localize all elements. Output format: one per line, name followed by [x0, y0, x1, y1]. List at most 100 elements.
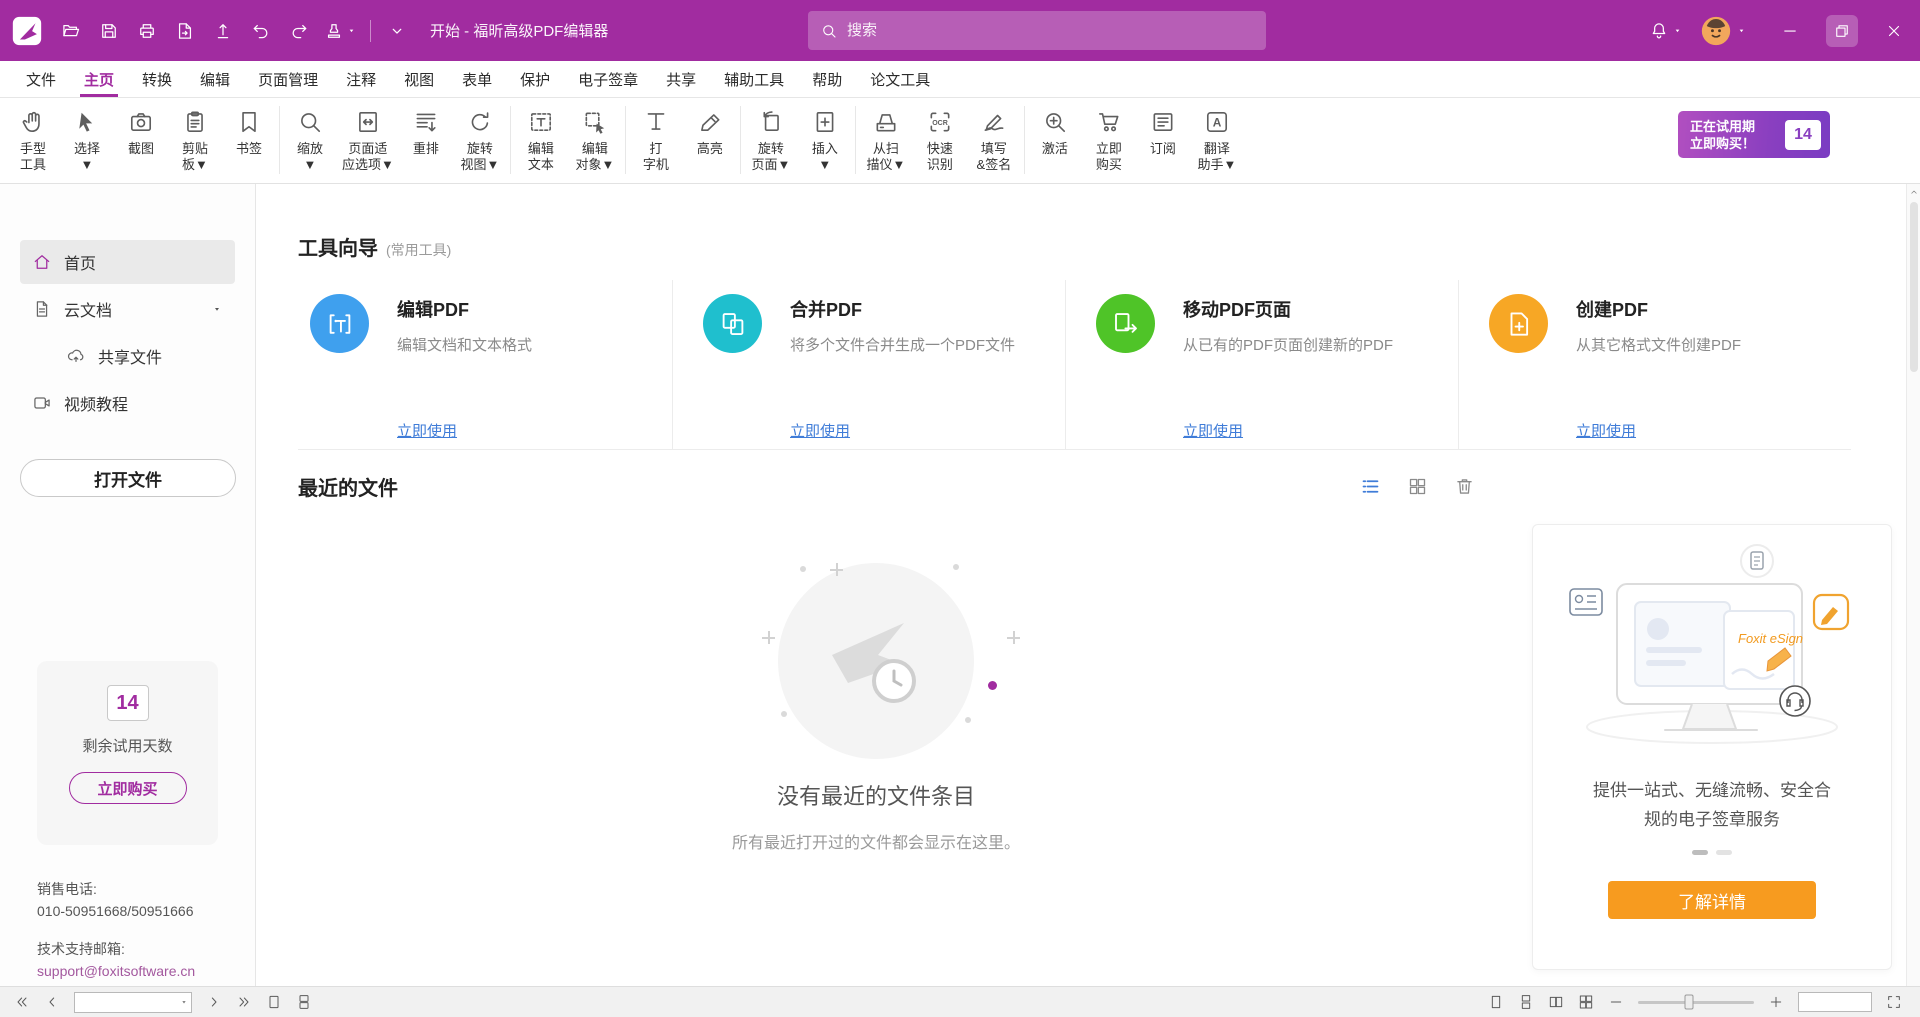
- customize-toolbar-button[interactable]: [380, 13, 414, 49]
- ribbon-zoom-button[interactable]: 缩放▼: [283, 102, 337, 173]
- ribbon-translate-assistant-button[interactable]: A翻译助手▼: [1190, 102, 1244, 173]
- menu-tab-convert[interactable]: 转换: [128, 61, 186, 97]
- next-view-button[interactable]: [296, 994, 312, 1010]
- close-button[interactable]: [1868, 0, 1920, 61]
- ribbon-select-tool-button[interactable]: 选择▼: [60, 102, 114, 173]
- carousel-dot-2[interactable]: [1716, 850, 1732, 855]
- tool-card-main: 合并PDF将多个文件合并生成一个PDF文件: [703, 294, 1065, 355]
- ribbon-hand-tool-button[interactable]: 手型工具: [6, 102, 60, 173]
- vertical-scrollbar[interactable]: [1906, 184, 1920, 986]
- account-avatar-button[interactable]: [1694, 11, 1752, 51]
- ribbon-from-scanner-button[interactable]: 从扫描仪▼: [859, 102, 913, 173]
- use-now-link-merge-pdf[interactable]: 立即使用: [790, 420, 850, 441]
- prev-view-button[interactable]: [266, 994, 282, 1010]
- ribbon-edit-object-button[interactable]: 编辑对象▼: [568, 102, 622, 173]
- ribbon-insert-pages-button[interactable]: 插入▼: [798, 102, 852, 173]
- last-page-button[interactable]: [236, 994, 252, 1010]
- menu-tab-share[interactable]: 共享: [652, 61, 710, 97]
- ribbon-highlight-button[interactable]: 高亮: [683, 102, 737, 157]
- ribbon-buy-now-button[interactable]: 立即购买: [1082, 102, 1136, 173]
- ribbon-bookmark-button[interactable]: 书签: [222, 102, 276, 157]
- notifications-button[interactable]: [1644, 11, 1688, 51]
- trial-banner[interactable]: 正在试用期 立即购买！ 14: [1678, 111, 1830, 158]
- menu-tab-protect[interactable]: 保护: [506, 61, 564, 97]
- menu-tab-file[interactable]: 文件: [12, 61, 70, 97]
- menu-tab-comment[interactable]: 注释: [332, 61, 390, 97]
- prev-page-button[interactable]: [44, 994, 60, 1010]
- menu-tab-paper-tools[interactable]: 论文工具: [856, 61, 944, 97]
- menu-tab-view[interactable]: 视图: [390, 61, 448, 97]
- ribbon-subscribe-button[interactable]: 订阅: [1136, 102, 1190, 157]
- ribbon-edit-text-button[interactable]: 编辑文本: [514, 102, 568, 173]
- menu-tab-edit[interactable]: 编辑: [186, 61, 244, 97]
- use-now-link-move-pdf-pages[interactable]: 立即使用: [1183, 420, 1243, 441]
- esign-promo-text: 提供一站式、无缝流畅、安全合 规的电子签章服务: [1593, 776, 1831, 834]
- support-email-link[interactable]: support@foxitsoftware.cn: [37, 960, 195, 982]
- menu-tab-home[interactable]: 主页: [70, 61, 128, 97]
- continuous-mode-button[interactable]: [1518, 994, 1534, 1010]
- zoom-slider[interactable]: [1638, 1001, 1754, 1004]
- zoom-level-input[interactable]: [1799, 993, 1871, 1011]
- folder-open-icon: [61, 21, 81, 41]
- menu-tab-accessibility[interactable]: 辅助工具: [710, 61, 798, 97]
- menu-tab-esign[interactable]: 电子签章: [564, 61, 652, 97]
- ribbon-snapshot-button[interactable]: 截图: [114, 102, 168, 157]
- minimize-button[interactable]: [1764, 0, 1816, 61]
- use-now-link-edit-pdf[interactable]: 立即使用: [397, 420, 457, 441]
- fit-screen-button[interactable]: [1886, 994, 1902, 1010]
- stamp-tool-button[interactable]: [320, 13, 361, 49]
- ribbon-reflow-button[interactable]: 重排: [399, 102, 453, 157]
- ribbon-quick-ocr-button[interactable]: OCR快速识别: [913, 102, 967, 173]
- open-file-button[interactable]: [54, 13, 88, 49]
- share-upload-button[interactable]: [206, 13, 240, 49]
- restore-button[interactable]: [1816, 0, 1868, 61]
- ribbon-rotate-view-button[interactable]: 旋转视图▼: [453, 102, 507, 173]
- clear-recent-button[interactable]: [1454, 476, 1475, 497]
- zoom-in-button[interactable]: [1768, 994, 1784, 1010]
- ribbon-clipboard-button[interactable]: 剪贴板▼: [168, 102, 222, 173]
- sidebar-item-shared-files[interactable]: 共享文件: [20, 334, 235, 378]
- list-view-button[interactable]: [1360, 476, 1381, 497]
- page-number-input[interactable]: [75, 995, 191, 1010]
- scroll-up-icon[interactable]: [1908, 186, 1920, 198]
- zoom-slider-thumb[interactable]: [1685, 995, 1694, 1010]
- sidebar-item-video-tutorials[interactable]: 视频教程: [20, 381, 235, 425]
- ribbon-typewriter-button[interactable]: 打字机: [629, 102, 683, 173]
- learn-more-button[interactable]: 了解详情: [1608, 881, 1816, 919]
- search-input[interactable]: [847, 22, 1254, 39]
- ribbon-rotate-pages-button[interactable]: 旋转页面▼: [744, 102, 798, 173]
- save-button[interactable]: [92, 13, 126, 49]
- ribbon-fill-sign-button[interactable]: 填写&签名: [967, 102, 1021, 173]
- undo-button[interactable]: [244, 13, 278, 49]
- grid-view-button[interactable]: [1407, 476, 1428, 497]
- scrollbar-thumb[interactable]: [1910, 202, 1918, 372]
- global-search[interactable]: [808, 11, 1266, 50]
- open-file-button[interactable]: 打开文件: [20, 459, 236, 497]
- ribbon-edit-text-label: 编辑文本: [528, 141, 554, 173]
- zoom-out-button[interactable]: [1608, 994, 1624, 1010]
- ribbon-typewriter-label: 打字机: [643, 141, 669, 173]
- print-button[interactable]: [130, 13, 164, 49]
- ribbon-fit-page-options-button[interactable]: 页面适应选项▼: [337, 102, 399, 173]
- single-page-mode-button[interactable]: [1488, 994, 1504, 1010]
- support-email-label: 技术支持邮箱:: [37, 938, 195, 960]
- ribbon-activate-button[interactable]: 激活: [1028, 102, 1082, 157]
- bookmark-icon: [236, 103, 262, 141]
- facing-mode-button[interactable]: [1548, 994, 1564, 1010]
- menu-tab-help[interactable]: 帮助: [798, 61, 856, 97]
- sidebar-item-home[interactable]: 首页: [20, 240, 235, 284]
- menu-tab-organize[interactable]: 页面管理: [244, 61, 332, 97]
- buy-now-button[interactable]: 立即购买: [69, 772, 187, 804]
- sparkle-dot: [781, 711, 787, 717]
- first-page-button[interactable]: [14, 994, 30, 1010]
- export-pdf-button[interactable]: [168, 13, 202, 49]
- continuous-facing-mode-button[interactable]: [1578, 994, 1594, 1010]
- carousel-dot-1[interactable]: [1692, 850, 1708, 855]
- next-page-button[interactable]: [206, 994, 222, 1010]
- scanner-icon: [873, 103, 899, 141]
- ribbon-separator: [1024, 106, 1025, 174]
- menu-tab-form[interactable]: 表单: [448, 61, 506, 97]
- redo-button[interactable]: [282, 13, 316, 49]
- sidebar-item-cloud-docs[interactable]: 云文档: [20, 287, 235, 331]
- use-now-link-create-pdf[interactable]: 立即使用: [1576, 420, 1636, 441]
